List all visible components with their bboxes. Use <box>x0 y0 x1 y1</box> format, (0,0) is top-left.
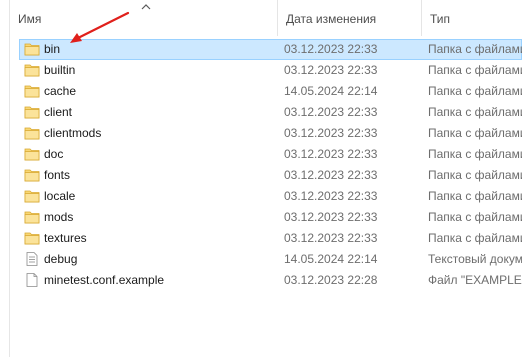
folder-icon <box>24 126 40 140</box>
file-row[interactable]: mods 03.12.2023 22:33 Папка с файлами <box>19 207 522 228</box>
file-row[interactable]: locale 03.12.2023 22:33 Папка с файлами <box>19 186 522 207</box>
file-type: Папка с файлами <box>428 63 522 77</box>
file-name: locale <box>44 189 76 203</box>
file-date-modified: 03.12.2023 22:33 <box>284 168 378 182</box>
navigation-pane-edge <box>0 0 10 357</box>
file-name: mods <box>44 210 74 224</box>
file-row[interactable]: client 03.12.2023 22:33 Папка с файлами <box>19 102 522 123</box>
file-row[interactable]: clientmods 03.12.2023 22:33 Папка с файлам… <box>19 123 522 144</box>
file-type: Папка с файлами <box>428 231 522 245</box>
file-row[interactable]: fonts 03.12.2023 22:33 Папка с файлами <box>19 165 522 186</box>
file-date-modified: 03.12.2023 22:33 <box>284 210 378 224</box>
file-type: Папка с файлами <box>428 126 522 140</box>
file-list: bin 03.12.2023 22:33 Папка с файлами builti… <box>19 39 522 291</box>
file-name: bin <box>44 42 61 56</box>
file-row[interactable]: minetest.conf.example 03.12.2023 22:28 Фай… <box>19 270 522 291</box>
folder-icon <box>24 84 40 98</box>
file-name: doc <box>44 147 64 161</box>
file-name: textures <box>44 231 87 245</box>
file-row[interactable]: cache 14.05.2024 22:14 Папка с файлами <box>19 81 522 102</box>
folder-icon <box>24 63 40 77</box>
file-name: fonts <box>44 168 71 182</box>
file-name: builtin <box>44 63 76 77</box>
file-date-modified: 03.12.2023 22:33 <box>284 231 378 245</box>
folder-icon <box>24 231 40 245</box>
file-name: minetest.conf.example <box>44 273 165 287</box>
file-type: Папка с файлами <box>428 84 522 98</box>
file-row[interactable]: debug 14.05.2024 22:14 Текстовый документ <box>19 249 522 270</box>
text-file-icon <box>24 252 40 266</box>
file-type: Папка с файлами <box>428 105 522 119</box>
column-header-type[interactable]: Тип <box>421 0 522 36</box>
file-type: Текстовый документ <box>428 252 522 266</box>
file-row[interactable]: textures 03.12.2023 22:33 Папка с файлами <box>19 228 522 249</box>
file-date-modified: 14.05.2024 22:14 <box>284 252 378 266</box>
file-type: Папка с файлами <box>428 168 522 182</box>
folder-icon <box>24 189 40 203</box>
file-date-modified: 03.12.2023 22:33 <box>284 147 378 161</box>
file-row[interactable]: bin 03.12.2023 22:33 Папка с файлами <box>19 39 522 60</box>
file-name: cache <box>44 84 77 98</box>
column-header-date-modified[interactable]: Дата изменения <box>277 0 421 36</box>
file-type: Папка с файлами <box>428 147 522 161</box>
column-header-bar: Имя Дата изменения Тип <box>10 0 522 36</box>
file-date-modified: 03.12.2023 22:33 <box>284 42 378 56</box>
file-name: clientmods <box>44 126 102 140</box>
file-name: client <box>44 105 73 119</box>
folder-icon <box>24 105 40 119</box>
file-date-modified: 03.12.2023 22:33 <box>284 105 378 119</box>
file-row[interactable]: builtin 03.12.2023 22:33 Папка с файлами <box>19 60 522 81</box>
file-date-modified: 14.05.2024 22:14 <box>284 84 378 98</box>
file-icon <box>24 273 40 287</box>
file-row[interactable]: doc 03.12.2023 22:33 Папка с файлами <box>19 144 522 165</box>
file-date-modified: 03.12.2023 22:28 <box>284 273 378 287</box>
file-type: Папка с файлами <box>428 189 522 203</box>
file-date-modified: 03.12.2023 22:33 <box>284 126 378 140</box>
folder-icon <box>24 42 40 56</box>
file-type: Папка с файлами <box>428 42 522 56</box>
file-date-modified: 03.12.2023 22:33 <box>284 189 378 203</box>
file-name: debug <box>44 252 78 266</box>
folder-icon <box>24 210 40 224</box>
sort-ascending-icon <box>141 4 151 10</box>
file-date-modified: 03.12.2023 22:33 <box>284 63 378 77</box>
folder-icon <box>24 168 40 182</box>
file-type: Файл "EXAMPLE" <box>428 273 522 287</box>
folder-icon <box>24 147 40 161</box>
file-type: Папка с файлами <box>428 210 522 224</box>
